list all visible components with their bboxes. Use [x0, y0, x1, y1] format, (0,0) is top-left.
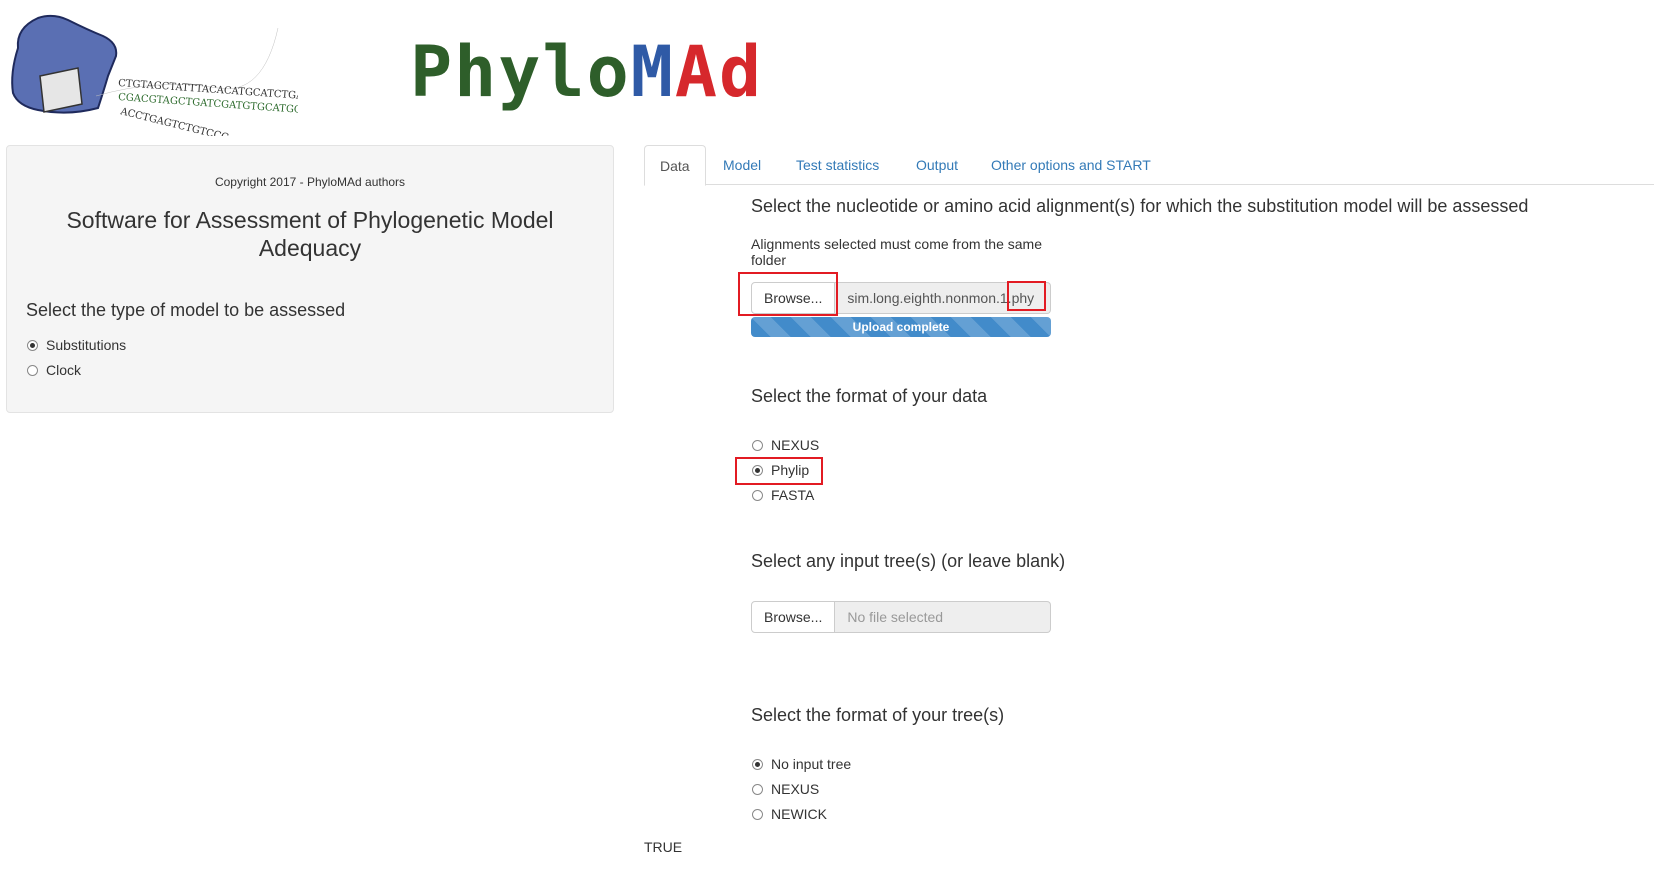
highlight-phylip-option — [735, 457, 823, 485]
output-value: TRUE — [644, 839, 683, 855]
format-heading: Select the format of your data — [751, 386, 988, 406]
logo-seq-3: ACCTGAGTCTGTCCC — [118, 106, 230, 136]
format-option-nexus[interactable]: NEXUS — [752, 437, 819, 453]
radio-fasta[interactable] — [752, 489, 763, 501]
title-m: M — [630, 31, 675, 113]
model-type-heading: Select the type of model to be assessed — [26, 300, 346, 320]
format-option-fasta[interactable]: FASTA — [752, 487, 814, 503]
radio-label: Clock — [46, 362, 82, 378]
radio-label: No input tree — [771, 756, 852, 772]
radio-tree-nexus[interactable] — [752, 783, 763, 795]
app-title: PhyloMAd — [410, 32, 763, 112]
model-option-clock[interactable]: Clock — [27, 362, 81, 378]
highlight-file-extension — [1007, 281, 1046, 311]
tab-output[interactable]: Output — [901, 145, 973, 185]
tab-other-options[interactable]: Other options and START — [976, 145, 1166, 185]
model-option-substitutions[interactable]: Substitutions — [27, 337, 126, 353]
radio-label: FASTA — [771, 487, 815, 503]
radio-label: NEXUS — [771, 781, 820, 797]
sidebar-panel: Copyright 2017 - PhyloMAd authors Softwa… — [6, 145, 614, 413]
radio-label: Substitutions — [46, 337, 127, 353]
radio-substitutions[interactable] — [27, 339, 38, 351]
title-d: d — [719, 31, 764, 113]
tab-test-statistics[interactable]: Test statistics — [781, 145, 894, 185]
tab-model[interactable]: Model — [708, 145, 776, 185]
upload-progress-bar: Upload complete — [751, 317, 1051, 337]
highlight-browse-button — [738, 272, 838, 316]
title-phylo: Phylo — [410, 31, 631, 113]
copyright-text: Copyright 2017 - PhyloMAd authors — [214, 175, 406, 189]
tree-browse-button[interactable]: Browse... — [751, 601, 836, 633]
radio-tree-newick[interactable] — [752, 808, 763, 820]
alignment-note: Alignments selected must come from the s… — [751, 236, 1043, 268]
radio-clock[interactable] — [27, 364, 38, 376]
tree-format-option-none[interactable]: No input tree — [752, 756, 851, 772]
tree-format-heading: Select the format of your tree(s) — [751, 705, 1005, 725]
title-a: A — [674, 31, 720, 113]
software-title: Software for Assessment of Phylogenetic … — [66, 207, 554, 261]
upload-progress-fill: Upload complete — [751, 317, 1051, 337]
radio-nexus[interactable] — [752, 439, 763, 451]
radio-label: NEXUS — [771, 437, 820, 453]
phylomad-logo: CTGTAGCTATTTACACATGCATCTGA CGACGTAGCTGAT… — [11, 14, 298, 136]
tree-heading: Select any input tree(s) (or leave blank… — [751, 551, 1066, 571]
tab-bar: Data Model Test statistics Output Other … — [644, 145, 1654, 186]
tree-format-option-nexus[interactable]: NEXUS — [752, 781, 819, 797]
scroll-shape — [39, 67, 83, 113]
radio-no-input-tree[interactable] — [752, 758, 763, 770]
tab-data[interactable]: Data — [644, 145, 706, 186]
tree-format-option-newick[interactable]: NEWICK — [752, 806, 827, 822]
radio-label: NEWICK — [771, 806, 827, 822]
alignment-heading: Select the nucleotide or amino acid alig… — [751, 196, 1529, 216]
tree-file-name: No file selected — [835, 601, 1051, 633]
tree-file-input[interactable]: Browse... No file selected — [751, 601, 1051, 633]
